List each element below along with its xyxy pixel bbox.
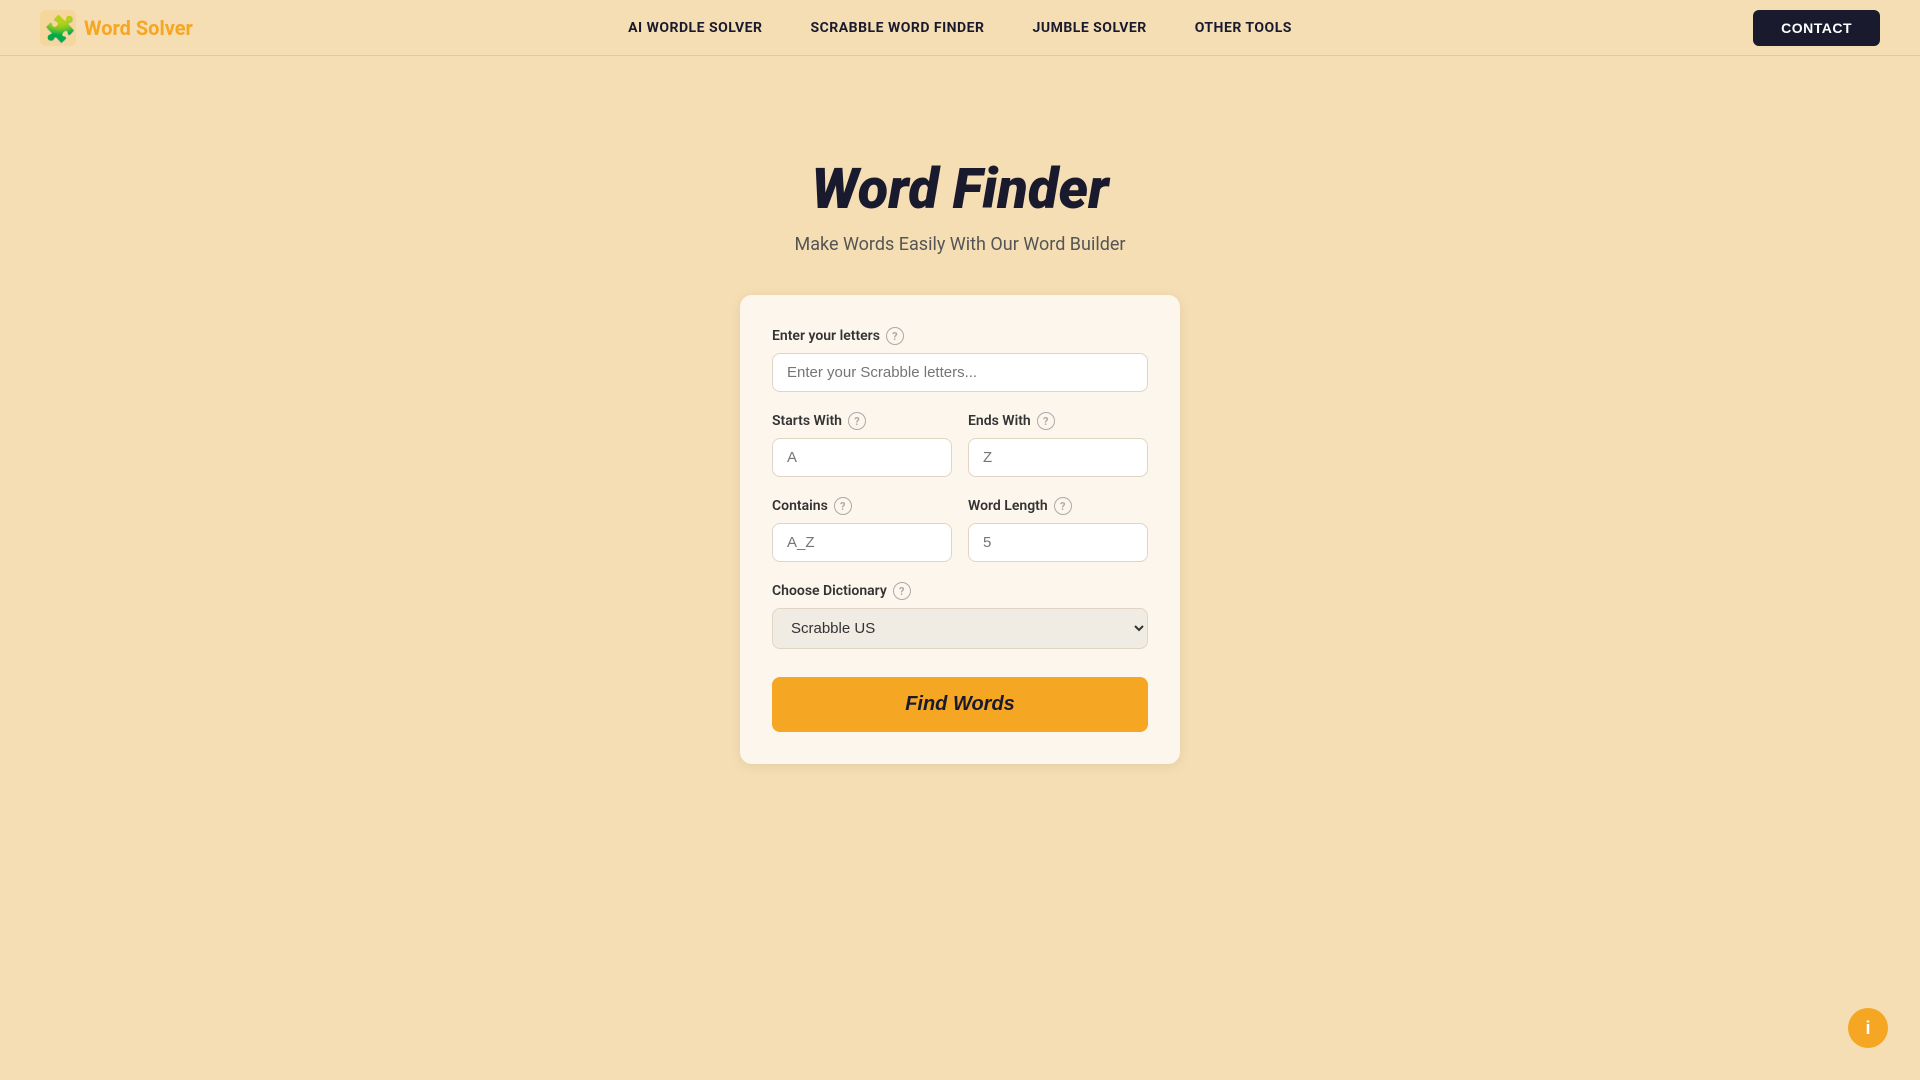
word-length-input[interactable]: [968, 523, 1148, 562]
logo-icon: 🧩: [40, 10, 76, 46]
contains-length-row: Contains ? Word Length ?: [772, 497, 1148, 562]
ends-with-help-icon[interactable]: ?: [1037, 412, 1055, 430]
nav-scrabble-word-finder[interactable]: SCRABBLE WORD FINDER: [811, 20, 985, 36]
contains-help-icon[interactable]: ?: [834, 497, 852, 515]
letters-label: Enter your letters ?: [772, 327, 1148, 345]
dictionary-field-group: Choose Dictionary ? Scrabble US Scrabble…: [772, 582, 1148, 649]
main-content: Word Finder Make Words Easily With Our W…: [0, 56, 1920, 764]
nav-jumble-solver[interactable]: JUMBLE SOLVER: [1033, 20, 1147, 36]
ends-with-group: Ends With ?: [968, 412, 1148, 477]
word-length-label: Word Length ?: [968, 497, 1148, 515]
info-button[interactable]: i: [1848, 1008, 1888, 1048]
contains-group: Contains ?: [772, 497, 952, 562]
contains-input[interactable]: [772, 523, 952, 562]
word-length-help-icon[interactable]: ?: [1054, 497, 1072, 515]
ends-with-input[interactable]: [968, 438, 1148, 477]
nav-ai-wordle-solver[interactable]: AI WORDLE SOLVER: [628, 20, 762, 36]
word-finder-form: Enter your letters ? Starts With ? Ends …: [740, 295, 1180, 764]
logo[interactable]: 🧩 Word Solver: [40, 10, 193, 46]
starts-with-group: Starts With ?: [772, 412, 952, 477]
letters-input[interactable]: [772, 353, 1148, 392]
starts-with-help-icon[interactable]: ?: [848, 412, 866, 430]
letters-field-group: Enter your letters ?: [772, 327, 1148, 392]
dictionary-help-icon[interactable]: ?: [893, 582, 911, 600]
svg-text:🧩: 🧩: [44, 14, 76, 45]
starts-with-label: Starts With ?: [772, 412, 952, 430]
ends-with-label: Ends With ?: [968, 412, 1148, 430]
starts-with-input[interactable]: [772, 438, 952, 477]
page-subtitle: Make Words Easily With Our Word Builder: [795, 234, 1126, 255]
navbar: 🧩 Word Solver AI WORDLE SOLVER SCRABBLE …: [0, 0, 1920, 56]
dictionary-select[interactable]: Scrabble US Scrabble UK Words With Frien…: [772, 608, 1148, 649]
nav-links: AI WORDLE SOLVER SCRABBLE WORD FINDER JU…: [628, 20, 1292, 36]
letters-help-icon[interactable]: ?: [886, 327, 904, 345]
contains-label: Contains ?: [772, 497, 952, 515]
starts-ends-row: Starts With ? Ends With ?: [772, 412, 1148, 477]
dictionary-label: Choose Dictionary ?: [772, 582, 1148, 600]
logo-text: Word Solver: [84, 16, 193, 40]
find-words-button[interactable]: Find Words: [772, 677, 1148, 732]
nav-other-tools[interactable]: OTHER TOOLS: [1195, 20, 1292, 36]
contact-button[interactable]: CONTACT: [1753, 10, 1880, 46]
page-title: Word Finder: [811, 156, 1108, 222]
word-length-group: Word Length ?: [968, 497, 1148, 562]
